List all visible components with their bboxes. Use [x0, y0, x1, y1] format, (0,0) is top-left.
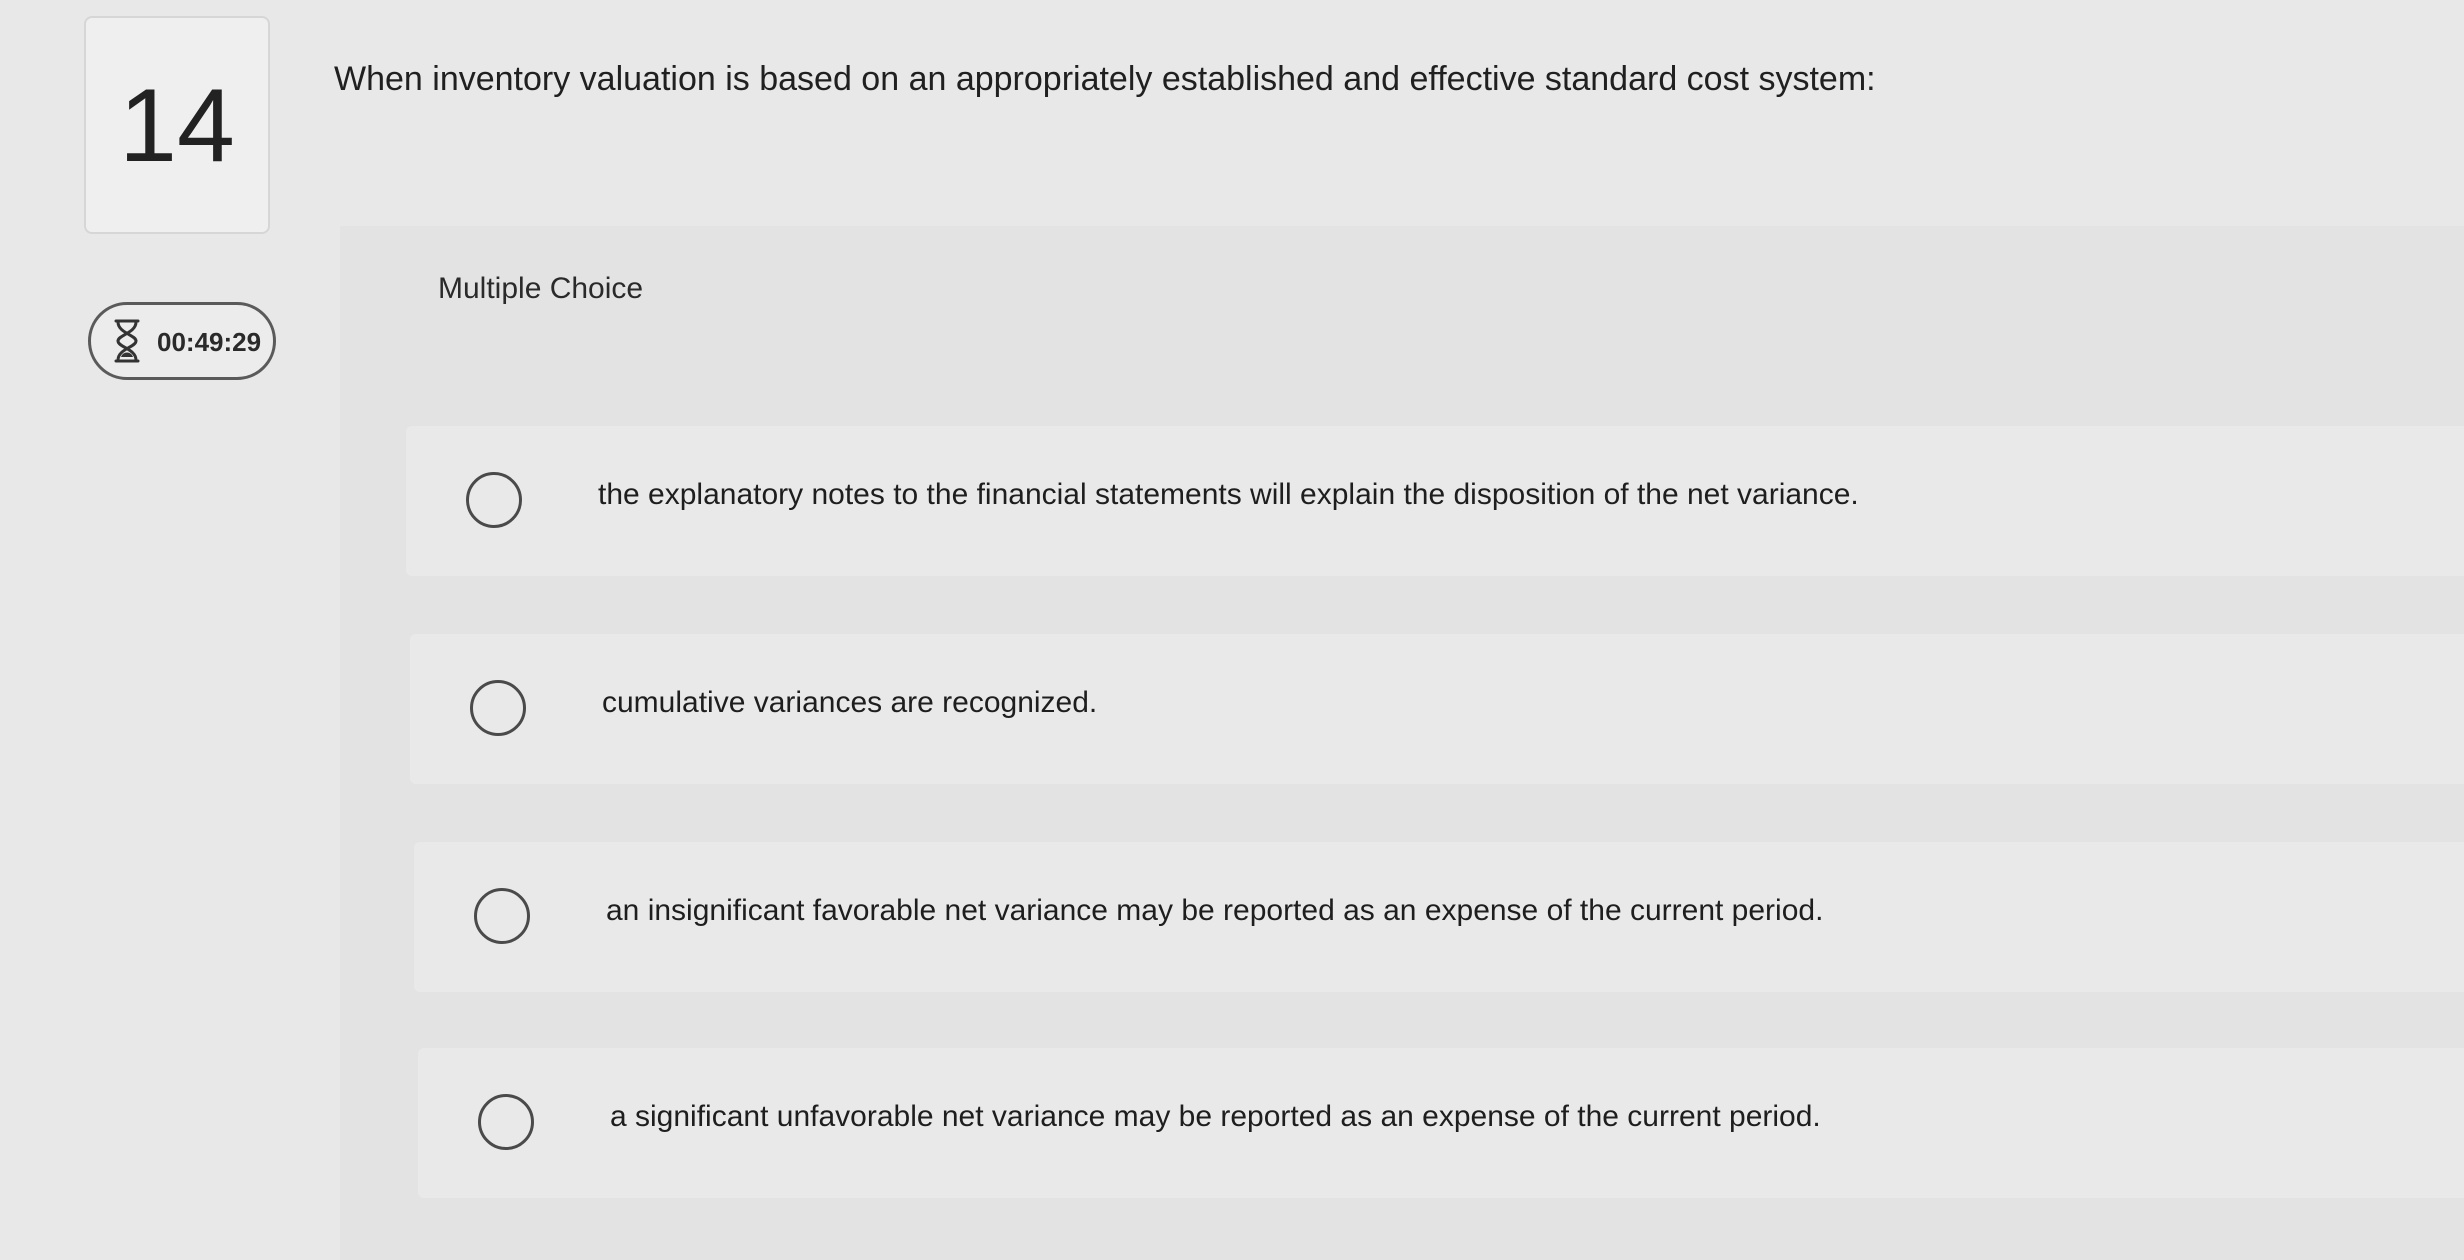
option-c[interactable]: an insignificant favorable net variance … [414, 842, 2464, 992]
question-text: When inventory valuation is based on an … [334, 60, 1876, 98]
option-a[interactable]: the explanatory notes to the financial s… [406, 426, 2464, 576]
radio-button-d[interactable] [478, 1094, 534, 1150]
option-a-label: the explanatory notes to the financial s… [598, 478, 1859, 511]
option-d-label: a significant unfavorable net variance m… [610, 1100, 1821, 1133]
radio-button-b[interactable] [470, 680, 526, 736]
question-type-label: Multiple Choice [438, 272, 644, 305]
hourglass-icon [113, 319, 141, 363]
question-number: 14 [119, 68, 235, 184]
question-number-box: 14 [84, 16, 270, 234]
option-b-label: cumulative variances are recognized. [602, 686, 1098, 719]
radio-button-a[interactable] [466, 472, 522, 528]
timer[interactable]: 00:49:29 [88, 302, 276, 380]
radio-button-c[interactable] [474, 888, 530, 944]
option-d[interactable]: a significant unfavorable net variance m… [418, 1048, 2464, 1198]
option-c-label: an insignificant favorable net variance … [606, 894, 1824, 927]
option-b[interactable]: cumulative variances are recognized. [410, 634, 2464, 784]
timer-text: 00:49:29 [157, 327, 262, 357]
